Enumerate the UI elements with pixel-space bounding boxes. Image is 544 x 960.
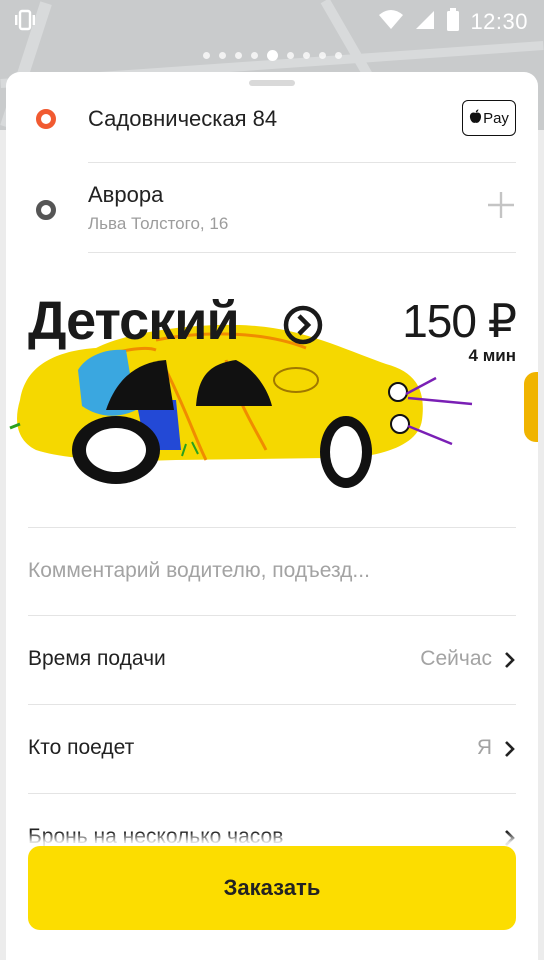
driver-comment-placeholder: Комментарий водителю, подъезд... xyxy=(28,559,370,582)
status-time: 12:30 xyxy=(470,9,528,34)
route-to-title: Аврора xyxy=(88,182,164,207)
pager-dot[interactable] xyxy=(218,52,226,59)
route-from-row[interactable]: Садовническая 84 Pay xyxy=(6,92,538,164)
next-tariff-car-preview[interactable] xyxy=(524,372,538,442)
vibrate-icon xyxy=(12,9,38,36)
status-bar: 12:30 xyxy=(0,0,544,44)
payment-method-button[interactable]: Pay xyxy=(462,100,516,136)
pickup-time-row[interactable]: Время подачи Сейчас xyxy=(28,615,516,703)
payment-badge-label: Pay xyxy=(483,109,509,127)
tariff-pager[interactable] xyxy=(0,50,544,61)
route-from-address: Садовническая 84 xyxy=(88,106,278,131)
tariff-price: 150 ₽ xyxy=(402,295,517,347)
chevron-right-icon xyxy=(504,651,516,669)
pager-dot[interactable] xyxy=(286,52,294,59)
origin-marker-icon xyxy=(36,109,56,129)
divider xyxy=(88,252,516,253)
tariff-eta: 4 мин xyxy=(468,346,516,365)
driver-comment-field[interactable]: Комментарий водителю, подъезд... xyxy=(28,527,516,615)
sheet-grabber[interactable] xyxy=(249,80,295,86)
tariff-name: Детский xyxy=(28,291,240,351)
pager-dot[interactable] xyxy=(318,52,326,59)
battery-icon xyxy=(446,7,460,37)
passenger-label: Кто поедет xyxy=(28,736,135,759)
passenger-row[interactable]: Кто поедет Я xyxy=(28,704,516,792)
passenger-value: Я xyxy=(476,736,492,759)
destination-marker-icon xyxy=(36,200,56,220)
apple-icon xyxy=(469,108,482,128)
wifi-icon xyxy=(378,9,404,36)
order-sheet: Садовническая 84 Pay Аврора Льва Толстог… xyxy=(6,72,538,960)
tariff-card[interactable]: Детский 150 ₽ 4 мин xyxy=(6,272,538,522)
add-stop-icon[interactable] xyxy=(486,190,516,220)
pager-dot[interactable] xyxy=(202,52,210,59)
pager-dot-active[interactable] xyxy=(266,50,278,61)
pickup-time-value: Сейчас xyxy=(420,647,492,670)
chevron-right-icon xyxy=(504,740,516,758)
pager-dot[interactable] xyxy=(250,52,258,59)
route-to-address: Льва Толстого, 16 xyxy=(88,214,229,233)
pager-dot[interactable] xyxy=(234,52,242,59)
pickup-time-label: Время подачи xyxy=(28,647,166,670)
order-button[interactable]: Заказать xyxy=(28,846,516,930)
route-to-row[interactable]: Аврора Льва Толстого, 16 xyxy=(6,164,538,252)
pager-dot[interactable] xyxy=(302,52,310,59)
signal-icon xyxy=(414,9,436,36)
chevron-circle-icon[interactable] xyxy=(282,304,324,346)
divider xyxy=(88,162,516,163)
pager-dot[interactable] xyxy=(334,52,342,59)
